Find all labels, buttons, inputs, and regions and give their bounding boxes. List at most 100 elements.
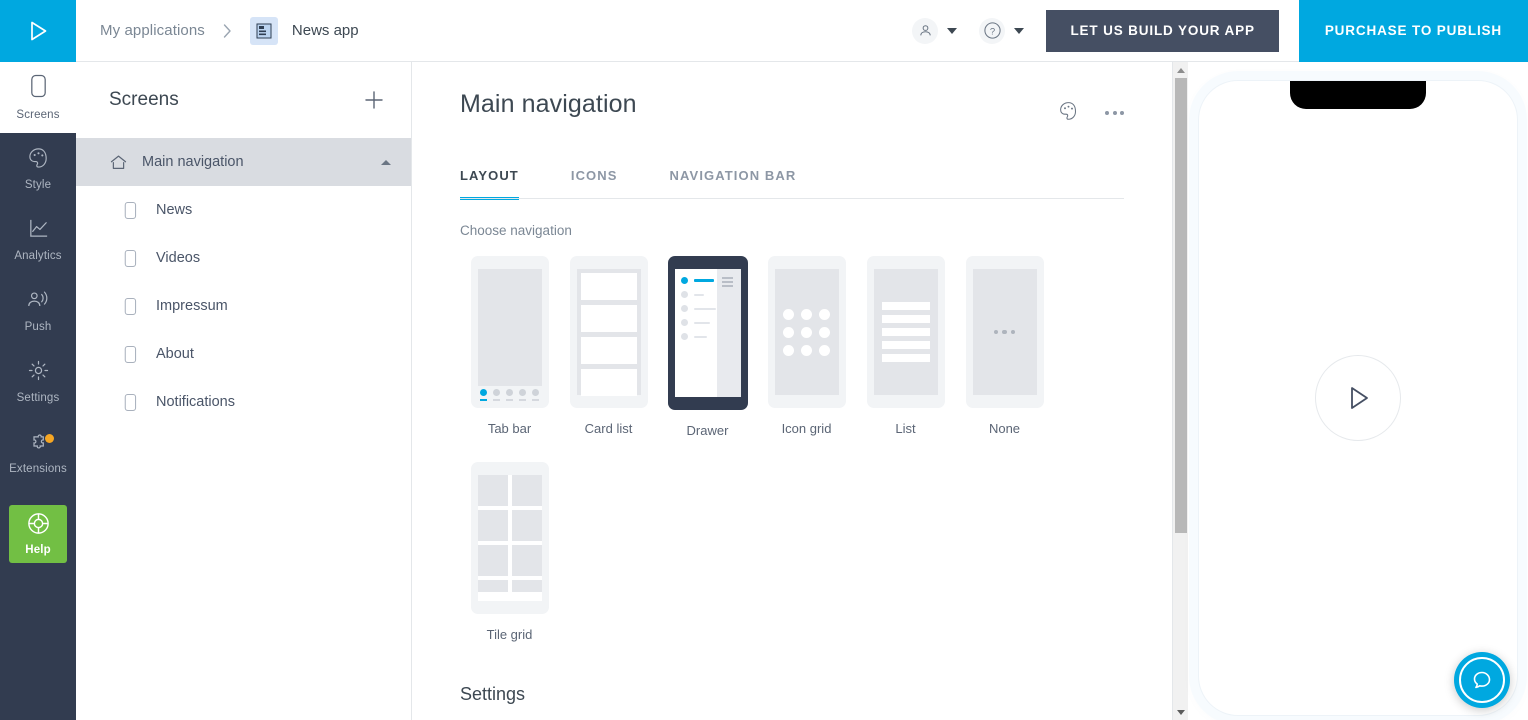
triangle-up-icon <box>1177 67 1185 73</box>
add-screen-button[interactable] <box>361 87 387 113</box>
tab-dot <box>480 389 488 401</box>
scroll-down-button[interactable] <box>1173 704 1189 720</box>
extensions-badge-dot <box>45 434 54 443</box>
tab-dot <box>505 389 513 401</box>
screen-tree-item-impressum[interactable]: Impressum <box>76 282 411 330</box>
nav-option-preview[interactable] <box>767 256 846 408</box>
nav-option-preview[interactable] <box>965 256 1044 408</box>
tab-dot <box>531 389 539 401</box>
rail-item-help[interactable]: Help <box>0 498 76 569</box>
lifebuoy-icon <box>26 511 51 541</box>
preview-drawer-menu <box>675 269 717 397</box>
rail-label-analytics: Analytics <box>14 250 62 262</box>
tab-icons[interactable]: ICONS <box>571 168 618 199</box>
nav-option-card-list[interactable]: Card list <box>559 256 658 438</box>
chevron-up-icon[interactable] <box>381 159 391 165</box>
nav-option-preview[interactable] <box>470 256 549 408</box>
nav-option-icon-grid[interactable]: Icon grid <box>757 256 856 438</box>
main-vertical-scrollbar[interactable] <box>1172 62 1188 720</box>
chevron-down-icon <box>1014 27 1025 34</box>
rail-label-extensions: Extensions <box>9 463 67 475</box>
tab-navigation-bar[interactable]: NAVIGATION BAR <box>670 168 797 199</box>
rail-item-screens[interactable]: Screens <box>0 62 76 133</box>
scrollbar-thumb[interactable] <box>1175 78 1187 533</box>
drawer-item <box>680 333 717 340</box>
tab-layout[interactable]: LAYOUT <box>460 168 519 200</box>
help-button[interactable]: Help <box>9 504 67 563</box>
screen-tree-item-notifications[interactable]: Notifications <box>76 378 411 426</box>
preview-screen-area <box>873 269 938 395</box>
preview-screen-area <box>972 269 1037 395</box>
help-menu[interactable]: ? <box>979 17 1025 44</box>
scroll-up-button[interactable] <box>1173 62 1189 78</box>
top-bar-actions: ? LET US BUILD YOUR APP PURCHASE TO PUBL… <box>912 0 1528 62</box>
line-chart-icon <box>27 217 50 245</box>
nav-option-label: Icon grid <box>781 421 832 436</box>
screen-tree-item-main-navigation[interactable]: Main navigation <box>76 138 411 186</box>
rail-item-style[interactable]: Style <box>0 133 76 204</box>
nav-option-preview[interactable] <box>569 256 648 408</box>
nav-option-label: Drawer <box>686 423 729 438</box>
ellipsis-icon <box>993 329 1016 335</box>
nav-option-preview[interactable] <box>470 462 549 614</box>
main-tabs: LAYOUT ICONS NAVIGATION BAR <box>460 168 1124 200</box>
play-triangle-logo-icon <box>31 21 47 40</box>
navigation-options: Tab bar Card list Drawer Icon grid List … <box>460 256 1124 642</box>
screens-panel-header: Screens <box>76 62 411 138</box>
nav-option-tab-bar[interactable]: Tab bar <box>460 256 559 438</box>
breadcrumb-my-applications[interactable]: My applications <box>100 22 205 39</box>
rail-item-settings[interactable]: Settings <box>0 346 76 417</box>
help-beacon-button[interactable] <box>1454 652 1510 708</box>
screen-tree-item-videos[interactable]: Videos <box>76 234 411 282</box>
main-content-inner: Main navigation LAYOUT ICONS NAVIGATION … <box>412 62 1172 705</box>
left-nav-rail: Screens Style Analytics Push Settings Ex… <box>0 62 76 720</box>
settings-heading: Settings <box>460 684 526 704</box>
rail-label-push: Push <box>24 321 52 333</box>
account-menu[interactable] <box>912 17 958 44</box>
tabs-divider <box>460 198 1124 199</box>
screen-tree-item-news[interactable]: News <box>76 186 411 234</box>
plus-icon <box>365 91 383 109</box>
nav-option-tile-grid[interactable]: Tile grid <box>460 462 559 642</box>
drawer-item <box>680 319 717 326</box>
preview-screen-area <box>774 269 839 395</box>
breadcrumb-separator-icon <box>223 23 232 38</box>
main-content: Main navigation LAYOUT ICONS NAVIGATION … <box>412 62 1172 720</box>
nav-option-none[interactable]: None <box>955 256 1054 438</box>
nav-option-label: Tab bar <box>487 421 532 436</box>
let-us-build-your-app-button[interactable]: LET US BUILD YOUR APP <box>1046 9 1279 52</box>
preview-screen-area <box>477 475 542 601</box>
screen-tree-item-about[interactable]: About <box>76 330 411 378</box>
chat-bubble-icon <box>1473 671 1491 689</box>
play-icon <box>1351 387 1368 409</box>
screen-icon <box>123 297 151 316</box>
rail-item-push[interactable]: Push <box>0 275 76 346</box>
drawer-item <box>680 277 717 284</box>
phone-notch <box>1290 81 1426 109</box>
preview-play-button[interactable] <box>1315 355 1401 441</box>
choose-navigation-label: Choose navigation <box>460 223 572 238</box>
main-header: Main navigation <box>460 90 1124 126</box>
nav-option-preview-selected[interactable] <box>667 256 748 410</box>
rail-item-analytics[interactable]: Analytics <box>0 204 76 275</box>
broadcast-person-icon <box>26 288 50 316</box>
nav-option-preview[interactable] <box>866 256 945 408</box>
nav-option-label: Tile grid <box>486 627 533 642</box>
app-name: News app <box>291 22 359 39</box>
purchase-to-publish-button[interactable]: PURCHASE TO PUBLISH <box>1298 0 1528 62</box>
palette-icon[interactable] <box>1058 100 1079 126</box>
screen-tree-label: About <box>156 346 194 362</box>
brand-logo[interactable] <box>0 0 76 62</box>
preview-screen-area <box>576 269 641 396</box>
rail-item-extensions[interactable]: Extensions <box>0 417 76 488</box>
nav-option-label: None <box>988 421 1021 436</box>
more-horizontal-icon[interactable] <box>1105 111 1124 115</box>
question-circle-icon: ? <box>979 17 1006 44</box>
preview-screen-area <box>674 269 741 397</box>
nav-option-drawer[interactable]: Drawer <box>658 256 757 438</box>
user-icon <box>912 17 939 44</box>
screen-tree-label: Videos <box>156 250 201 266</box>
nav-option-list[interactable]: List <box>856 256 955 438</box>
screen-icon <box>123 393 151 412</box>
drawer-item <box>680 305 717 312</box>
